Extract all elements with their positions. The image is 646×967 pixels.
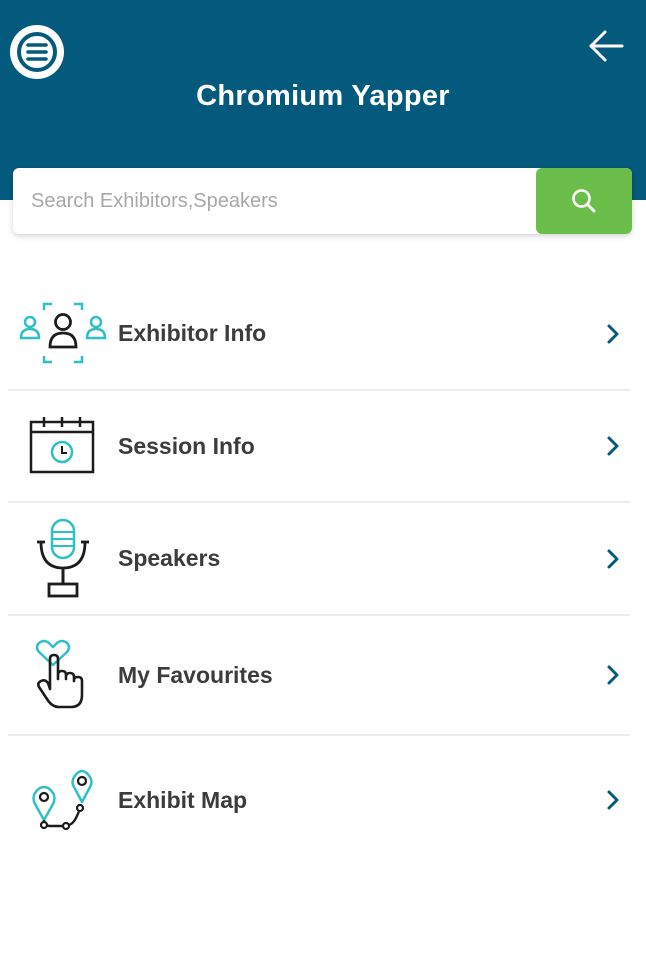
- app-title: Chromium Yapper: [196, 80, 450, 112]
- arrow-left-icon: [589, 30, 624, 62]
- search-input[interactable]: [13, 168, 533, 234]
- chevron-right-icon: [596, 789, 630, 811]
- menu-item-exhibit-map[interactable]: Exhibit Map: [8, 736, 630, 864]
- chevron-right-icon: [596, 323, 630, 345]
- search-button[interactable]: [536, 168, 632, 234]
- search-bar: [13, 168, 632, 234]
- heart-hand-icon: [8, 639, 118, 711]
- menu-item-exhibitor-info[interactable]: Exhibitor Info: [8, 278, 630, 391]
- microphone-icon: [8, 518, 118, 600]
- chevron-right-icon: [596, 548, 630, 570]
- chevron-right-icon: [596, 435, 630, 457]
- menu-list: Exhibitor Info Session Info Speakers My …: [8, 278, 630, 864]
- menu-item-session-info[interactable]: Session Info: [8, 391, 630, 503]
- menu-item-label: Exhibitor Info: [118, 320, 267, 346]
- calendar-clock-icon: [8, 416, 118, 476]
- menu-item-label: Speakers: [118, 545, 221, 571]
- hamburger-menu-icon: [17, 32, 57, 72]
- menu-item-my-favourites[interactable]: My Favourites: [8, 616, 630, 736]
- search-icon: [572, 189, 596, 213]
- back-button[interactable]: [584, 26, 628, 66]
- menu-item-speakers[interactable]: Speakers: [8, 503, 630, 616]
- chevron-right-icon: [596, 664, 630, 686]
- map-route-icon: [8, 768, 118, 832]
- menu-item-label: Exhibit Map: [118, 786, 248, 813]
- menu-item-label: My Favourites: [118, 661, 273, 688]
- menu-item-label: Session Info: [118, 432, 255, 459]
- menu-button[interactable]: [10, 25, 64, 79]
- exhibitor-people-icon: [8, 302, 118, 366]
